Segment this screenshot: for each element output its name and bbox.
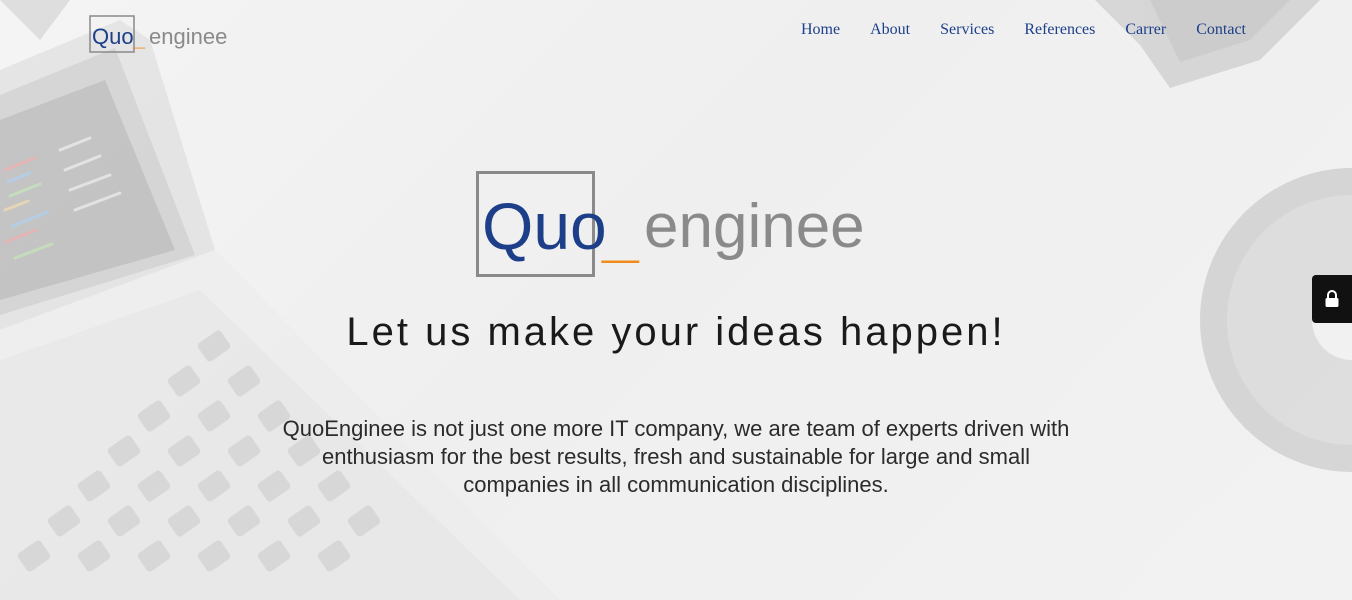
hero-intro-text: QuoEnginee is not just one more IT compa… (282, 416, 1070, 497)
hero-logo: Quo _ enginee (476, 171, 865, 277)
nav-item-home[interactable]: Home (801, 19, 840, 41)
nav-item-services[interactable]: Services (940, 19, 994, 41)
hero-logo-text-separator: _ (601, 195, 640, 269)
logo-text-quo: Quo (92, 24, 134, 49)
hero-logo-text-quo: Quo (482, 189, 607, 263)
hero-logo-text-enginee: enginee (644, 192, 865, 261)
nav-item-carrer[interactable]: Carrer (1125, 19, 1166, 41)
hero-tagline: Let us make your ideas happen! (346, 310, 1006, 354)
lock-icon (1325, 290, 1339, 307)
background-illustration (0, 0, 1352, 600)
main-nav: Home About Services References Carrer Co… (801, 19, 1246, 41)
nav-item-about[interactable]: About (870, 19, 910, 41)
header-logo[interactable]: Quo _ enginee (89, 15, 234, 55)
background-scene (0, 0, 1352, 600)
lock-button[interactable] (1312, 275, 1352, 323)
nav-item-references[interactable]: References (1024, 19, 1095, 41)
site-header: Quo _ enginee Home About Services Refere… (0, 0, 1352, 70)
nav-item-contact[interactable]: Contact (1196, 19, 1246, 41)
logo-text-enginee: enginee (149, 24, 227, 49)
logo-text-separator: _ (132, 26, 146, 51)
